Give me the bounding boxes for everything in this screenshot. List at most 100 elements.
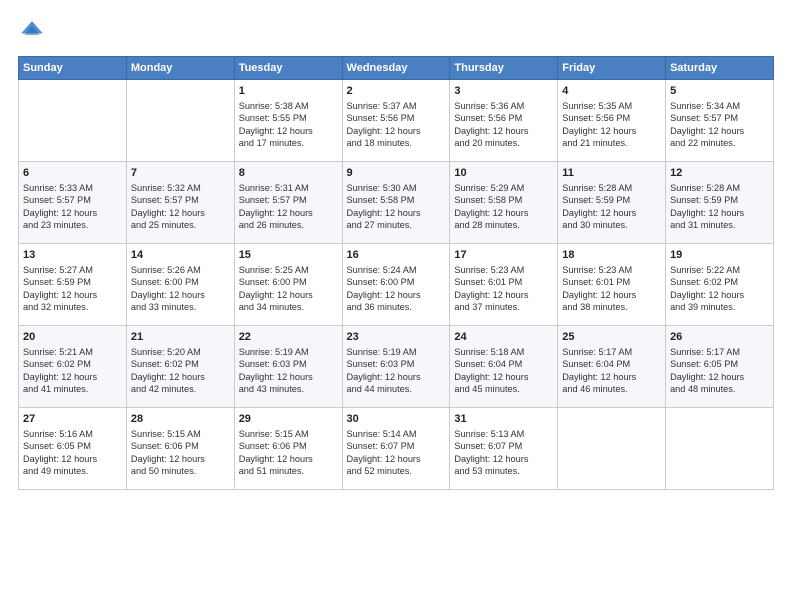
day-number: 6 xyxy=(23,166,122,181)
calendar-cell: 25Sunrise: 5:17 AM Sunset: 6:04 PM Dayli… xyxy=(558,326,666,408)
day-number: 2 xyxy=(347,84,446,99)
day-number: 30 xyxy=(347,412,446,427)
calendar-week-1: 1Sunrise: 5:38 AM Sunset: 5:55 PM Daylig… xyxy=(19,80,774,162)
day-detail: Sunrise: 5:36 AM Sunset: 5:56 PM Dayligh… xyxy=(454,100,553,150)
calendar-week-4: 20Sunrise: 5:21 AM Sunset: 6:02 PM Dayli… xyxy=(19,326,774,408)
calendar-week-3: 13Sunrise: 5:27 AM Sunset: 5:59 PM Dayli… xyxy=(19,244,774,326)
calendar-cell: 1Sunrise: 5:38 AM Sunset: 5:55 PM Daylig… xyxy=(234,80,342,162)
day-detail: Sunrise: 5:16 AM Sunset: 6:05 PM Dayligh… xyxy=(23,428,122,478)
day-number: 1 xyxy=(239,84,338,99)
calendar-cell: 10Sunrise: 5:29 AM Sunset: 5:58 PM Dayli… xyxy=(450,162,558,244)
calendar-body: 1Sunrise: 5:38 AM Sunset: 5:55 PM Daylig… xyxy=(19,80,774,490)
day-detail: Sunrise: 5:14 AM Sunset: 6:07 PM Dayligh… xyxy=(347,428,446,478)
day-number: 7 xyxy=(131,166,230,181)
calendar-cell: 23Sunrise: 5:19 AM Sunset: 6:03 PM Dayli… xyxy=(342,326,450,408)
calendar-cell: 11Sunrise: 5:28 AM Sunset: 5:59 PM Dayli… xyxy=(558,162,666,244)
day-detail: Sunrise: 5:17 AM Sunset: 6:04 PM Dayligh… xyxy=(562,346,661,396)
calendar-cell: 26Sunrise: 5:17 AM Sunset: 6:05 PM Dayli… xyxy=(666,326,774,408)
day-number: 23 xyxy=(347,330,446,345)
day-number: 14 xyxy=(131,248,230,263)
calendar-cell: 19Sunrise: 5:22 AM Sunset: 6:02 PM Dayli… xyxy=(666,244,774,326)
day-number: 9 xyxy=(347,166,446,181)
day-detail: Sunrise: 5:24 AM Sunset: 6:00 PM Dayligh… xyxy=(347,264,446,314)
calendar-cell: 9Sunrise: 5:30 AM Sunset: 5:58 PM Daylig… xyxy=(342,162,450,244)
day-number: 12 xyxy=(670,166,769,181)
calendar-cell xyxy=(126,80,234,162)
calendar-cell: 18Sunrise: 5:23 AM Sunset: 6:01 PM Dayli… xyxy=(558,244,666,326)
day-detail: Sunrise: 5:25 AM Sunset: 6:00 PM Dayligh… xyxy=(239,264,338,314)
calendar-cell: 31Sunrise: 5:13 AM Sunset: 6:07 PM Dayli… xyxy=(450,408,558,490)
day-number: 8 xyxy=(239,166,338,181)
calendar-cell: 20Sunrise: 5:21 AM Sunset: 6:02 PM Dayli… xyxy=(19,326,127,408)
day-number: 10 xyxy=(454,166,553,181)
calendar-cell: 8Sunrise: 5:31 AM Sunset: 5:57 PM Daylig… xyxy=(234,162,342,244)
calendar-cell: 15Sunrise: 5:25 AM Sunset: 6:00 PM Dayli… xyxy=(234,244,342,326)
day-detail: Sunrise: 5:31 AM Sunset: 5:57 PM Dayligh… xyxy=(239,182,338,232)
calendar-cell: 4Sunrise: 5:35 AM Sunset: 5:56 PM Daylig… xyxy=(558,80,666,162)
header xyxy=(18,18,774,46)
calendar-cell xyxy=(19,80,127,162)
day-detail: Sunrise: 5:21 AM Sunset: 6:02 PM Dayligh… xyxy=(23,346,122,396)
calendar-cell: 22Sunrise: 5:19 AM Sunset: 6:03 PM Dayli… xyxy=(234,326,342,408)
day-detail: Sunrise: 5:19 AM Sunset: 6:03 PM Dayligh… xyxy=(239,346,338,396)
weekday-header-row: SundayMondayTuesdayWednesdayThursdayFrid… xyxy=(19,57,774,80)
day-detail: Sunrise: 5:13 AM Sunset: 6:07 PM Dayligh… xyxy=(454,428,553,478)
calendar-week-2: 6Sunrise: 5:33 AM Sunset: 5:57 PM Daylig… xyxy=(19,162,774,244)
calendar-cell: 24Sunrise: 5:18 AM Sunset: 6:04 PM Dayli… xyxy=(450,326,558,408)
logo-icon xyxy=(18,18,46,46)
calendar-cell: 5Sunrise: 5:34 AM Sunset: 5:57 PM Daylig… xyxy=(666,80,774,162)
calendar-cell: 2Sunrise: 5:37 AM Sunset: 5:56 PM Daylig… xyxy=(342,80,450,162)
weekday-header-tuesday: Tuesday xyxy=(234,57,342,80)
calendar-cell: 17Sunrise: 5:23 AM Sunset: 6:01 PM Dayli… xyxy=(450,244,558,326)
day-number: 25 xyxy=(562,330,661,345)
day-number: 27 xyxy=(23,412,122,427)
calendar-cell: 14Sunrise: 5:26 AM Sunset: 6:00 PM Dayli… xyxy=(126,244,234,326)
logo xyxy=(18,18,50,46)
calendar-cell: 13Sunrise: 5:27 AM Sunset: 5:59 PM Dayli… xyxy=(19,244,127,326)
calendar-cell: 16Sunrise: 5:24 AM Sunset: 6:00 PM Dayli… xyxy=(342,244,450,326)
day-number: 20 xyxy=(23,330,122,345)
day-number: 15 xyxy=(239,248,338,263)
day-detail: Sunrise: 5:33 AM Sunset: 5:57 PM Dayligh… xyxy=(23,182,122,232)
day-number: 22 xyxy=(239,330,338,345)
calendar-cell xyxy=(666,408,774,490)
day-number: 5 xyxy=(670,84,769,99)
calendar-cell: 28Sunrise: 5:15 AM Sunset: 6:06 PM Dayli… xyxy=(126,408,234,490)
day-detail: Sunrise: 5:15 AM Sunset: 6:06 PM Dayligh… xyxy=(239,428,338,478)
calendar-cell: 6Sunrise: 5:33 AM Sunset: 5:57 PM Daylig… xyxy=(19,162,127,244)
day-number: 11 xyxy=(562,166,661,181)
day-number: 13 xyxy=(23,248,122,263)
page: SundayMondayTuesdayWednesdayThursdayFrid… xyxy=(0,0,792,612)
day-number: 4 xyxy=(562,84,661,99)
calendar-cell: 30Sunrise: 5:14 AM Sunset: 6:07 PM Dayli… xyxy=(342,408,450,490)
day-detail: Sunrise: 5:22 AM Sunset: 6:02 PM Dayligh… xyxy=(670,264,769,314)
day-number: 16 xyxy=(347,248,446,263)
day-detail: Sunrise: 5:23 AM Sunset: 6:01 PM Dayligh… xyxy=(562,264,661,314)
day-detail: Sunrise: 5:27 AM Sunset: 5:59 PM Dayligh… xyxy=(23,264,122,314)
weekday-header-thursday: Thursday xyxy=(450,57,558,80)
weekday-header-friday: Friday xyxy=(558,57,666,80)
weekday-header-saturday: Saturday xyxy=(666,57,774,80)
calendar-cell: 12Sunrise: 5:28 AM Sunset: 5:59 PM Dayli… xyxy=(666,162,774,244)
day-detail: Sunrise: 5:35 AM Sunset: 5:56 PM Dayligh… xyxy=(562,100,661,150)
day-detail: Sunrise: 5:29 AM Sunset: 5:58 PM Dayligh… xyxy=(454,182,553,232)
day-number: 17 xyxy=(454,248,553,263)
calendar-cell: 7Sunrise: 5:32 AM Sunset: 5:57 PM Daylig… xyxy=(126,162,234,244)
day-number: 29 xyxy=(239,412,338,427)
calendar-table: SundayMondayTuesdayWednesdayThursdayFrid… xyxy=(18,56,774,490)
day-number: 26 xyxy=(670,330,769,345)
calendar-cell: 29Sunrise: 5:15 AM Sunset: 6:06 PM Dayli… xyxy=(234,408,342,490)
weekday-header-sunday: Sunday xyxy=(19,57,127,80)
day-detail: Sunrise: 5:20 AM Sunset: 6:02 PM Dayligh… xyxy=(131,346,230,396)
calendar-cell: 27Sunrise: 5:16 AM Sunset: 6:05 PM Dayli… xyxy=(19,408,127,490)
day-number: 24 xyxy=(454,330,553,345)
day-detail: Sunrise: 5:30 AM Sunset: 5:58 PM Dayligh… xyxy=(347,182,446,232)
calendar-week-5: 27Sunrise: 5:16 AM Sunset: 6:05 PM Dayli… xyxy=(19,408,774,490)
day-detail: Sunrise: 5:15 AM Sunset: 6:06 PM Dayligh… xyxy=(131,428,230,478)
day-detail: Sunrise: 5:34 AM Sunset: 5:57 PM Dayligh… xyxy=(670,100,769,150)
weekday-header-wednesday: Wednesday xyxy=(342,57,450,80)
day-detail: Sunrise: 5:37 AM Sunset: 5:56 PM Dayligh… xyxy=(347,100,446,150)
calendar-cell xyxy=(558,408,666,490)
day-number: 3 xyxy=(454,84,553,99)
day-detail: Sunrise: 5:38 AM Sunset: 5:55 PM Dayligh… xyxy=(239,100,338,150)
